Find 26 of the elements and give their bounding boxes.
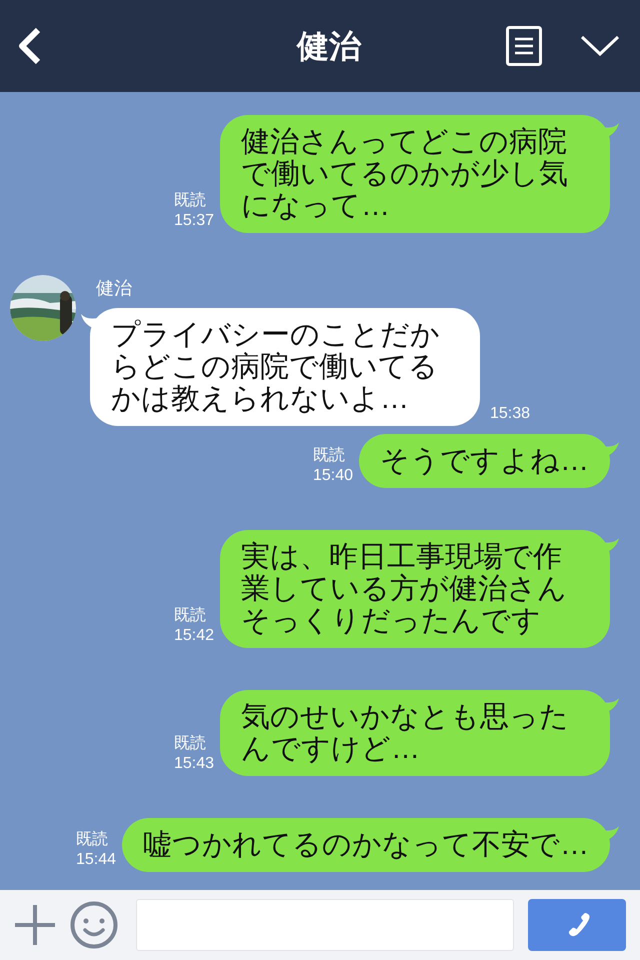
- read-receipt: 既読: [174, 734, 207, 754]
- plus-icon[interactable]: [14, 904, 56, 946]
- message-bubble: そうですよね…: [359, 434, 610, 488]
- read-receipt: 既読: [76, 830, 109, 850]
- message-time: 15:38: [490, 404, 530, 424]
- read-receipt: 既読: [312, 446, 346, 466]
- message-time: 15:44: [76, 850, 116, 870]
- sender-name: 健治: [96, 277, 133, 300]
- message-time: 15:37: [174, 211, 214, 231]
- read-receipt: 既読: [174, 606, 207, 626]
- message-bubble: 嘘つかれてるのかなって不安で…: [122, 818, 610, 872]
- chat-title: 健治: [297, 27, 361, 66]
- message-input[interactable]: [136, 899, 514, 951]
- message-time: 15:43: [174, 754, 214, 774]
- message-bubble: 健治さんってどこの病院で働いてるのかが少し気になって…: [220, 115, 610, 233]
- smiley-icon[interactable]: [70, 901, 118, 949]
- message-time: 15:42: [174, 626, 214, 646]
- message-bubble: 実は、昨日工事現場で作業している方が健治さんそっくりだったんです: [220, 530, 610, 648]
- list-icon[interactable]: [506, 26, 542, 66]
- message-bubble: 気のせいかなとも思ったんですけど…: [220, 690, 610, 776]
- chevron-down-icon[interactable]: [580, 35, 620, 57]
- read-receipt: 既読: [174, 191, 207, 211]
- back-icon[interactable]: [16, 27, 42, 65]
- message-time: 15:40: [312, 466, 353, 486]
- message-bubble: プライバシーのことだからどこの病院で働いてるかは教えられないよ…: [90, 308, 480, 426]
- call-button[interactable]: [528, 899, 626, 951]
